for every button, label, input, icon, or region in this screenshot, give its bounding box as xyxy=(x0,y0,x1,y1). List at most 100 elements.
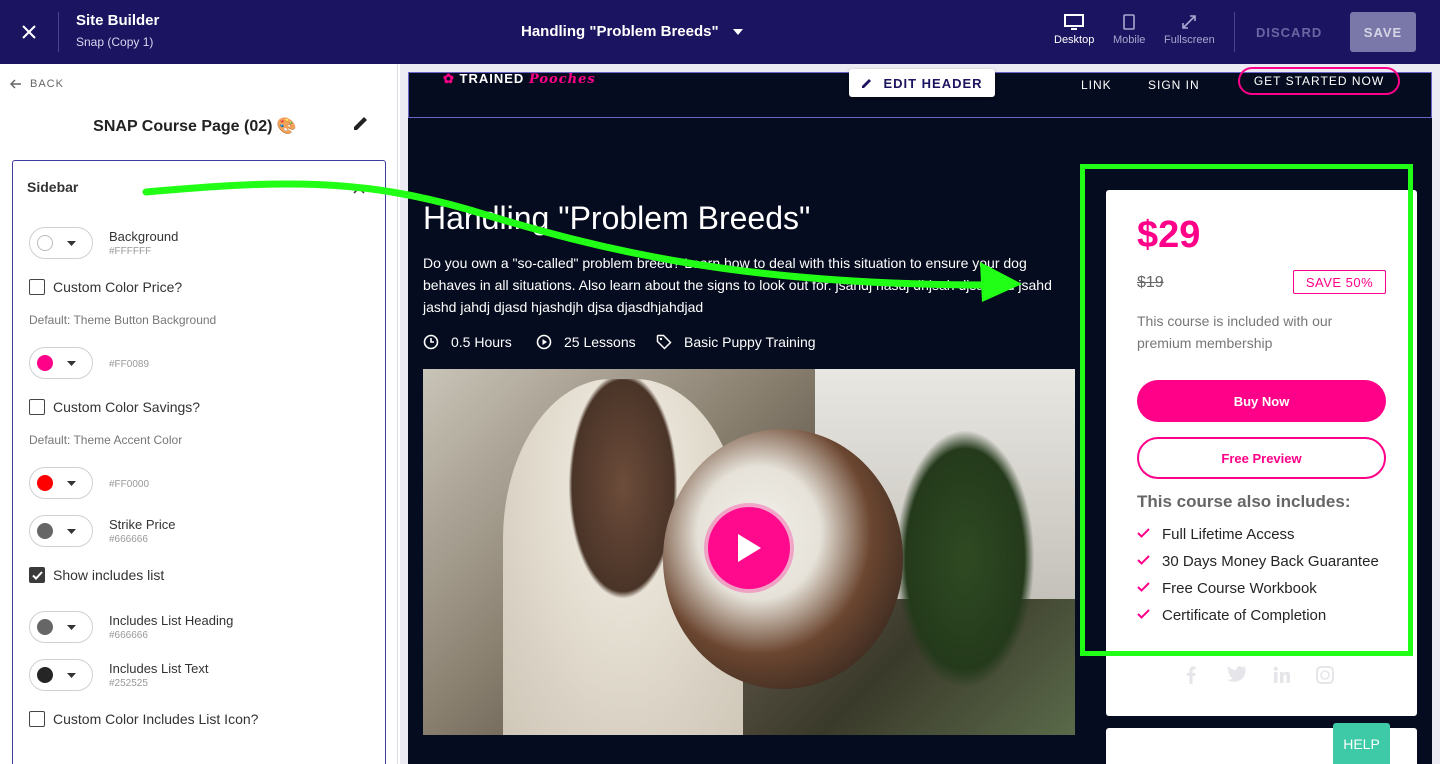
savings-color-row: #FF0000 xyxy=(29,467,149,499)
facebook-icon[interactable] xyxy=(1186,666,1196,689)
edit-header-button[interactable]: EDIT HEADER xyxy=(849,69,995,97)
logo-text: TRAINED xyxy=(459,71,525,86)
color-name: Background xyxy=(109,229,179,244)
price-color-picker[interactable] xyxy=(29,347,93,379)
view-mobile-button[interactable]: Mobile xyxy=(1113,14,1145,46)
includes-heading-color-picker[interactable] xyxy=(29,611,93,643)
save-button[interactable]: SAVE xyxy=(1350,12,1416,52)
pencil-icon xyxy=(354,117,367,130)
category-text: Basic Puppy Training xyxy=(684,334,816,350)
color-swatch xyxy=(37,475,53,491)
linkedin-icon[interactable] xyxy=(1273,666,1291,689)
pencil-icon xyxy=(862,79,872,88)
settings-panel: BACK SNAP Course Page (02) 🎨 Sidebar Bac… xyxy=(0,64,398,764)
color-name: Strike Price xyxy=(109,517,176,532)
view-fullscreen-button[interactable]: Fullscreen xyxy=(1164,14,1215,46)
checkmark-icon xyxy=(31,570,43,580)
color-swatch xyxy=(37,235,53,251)
color-name: Includes List Text xyxy=(109,661,209,676)
discard-button[interactable]: DISCARD xyxy=(1256,25,1322,40)
collapse-button[interactable] xyxy=(353,181,365,199)
lessons-text: 25 Lessons xyxy=(564,334,636,350)
include-text: Full Lifetime Access xyxy=(1162,526,1295,543)
course-video[interactable] xyxy=(423,369,1075,735)
color-swatch xyxy=(37,667,53,683)
site-name: Snap (Copy 1) xyxy=(76,35,154,49)
includes-heading: This course also includes: xyxy=(1137,492,1351,511)
checkmark-icon xyxy=(1137,582,1150,592)
course-description: Do you own a "so-called" problem breed? … xyxy=(423,255,1052,315)
clock-icon xyxy=(423,334,439,350)
includes-text-color-picker[interactable] xyxy=(29,659,93,691)
includes-heading-color-row: Includes List Heading #666666 xyxy=(29,611,233,643)
color-label: Includes List Text #252525 xyxy=(109,661,208,689)
logo-script: Pooches xyxy=(528,72,596,87)
close-button[interactable] xyxy=(14,18,44,46)
color-label: Strike Price #666666 xyxy=(109,517,175,545)
caret-down-icon xyxy=(67,240,76,246)
buy-now-button[interactable]: Buy Now xyxy=(1137,380,1386,422)
page-selector-label: Handling "Problem Breeds" xyxy=(521,23,719,40)
back-button[interactable]: BACK xyxy=(10,78,64,90)
savings-color-picker[interactable] xyxy=(29,467,93,499)
caret-down-icon xyxy=(67,480,76,486)
color-hex: #666666 xyxy=(109,630,148,641)
caret-down-icon xyxy=(732,28,743,35)
tag-icon xyxy=(656,334,672,350)
custom-color-price-checkbox[interactable]: Custom Color Price? xyxy=(29,279,182,295)
nav-sign-in[interactable]: SIGN IN xyxy=(1148,78,1200,92)
whatsapp-icon[interactable] xyxy=(1316,666,1334,689)
get-started-button[interactable]: GET STARTED NOW xyxy=(1238,67,1400,95)
checkbox-label: Show includes list xyxy=(53,567,165,583)
color-name: Includes List Heading xyxy=(109,613,234,628)
custom-color-savings-checkbox[interactable]: Custom Color Savings? xyxy=(29,399,200,415)
view-mobile-label: Mobile xyxy=(1113,34,1146,46)
checkbox[interactable] xyxy=(29,567,45,583)
color-hex: #FF0000 xyxy=(109,478,150,490)
checkbox[interactable] xyxy=(29,711,45,727)
site-preview: ✿ TRAINED Pooches EDIT HEADER LINK SIGN … xyxy=(408,67,1432,764)
list-item: Free Course Workbook xyxy=(1137,580,1387,598)
sidebar-settings-section: Sidebar Background #FFFFFF Custom Color … xyxy=(12,160,386,764)
custom-color-icon-checkbox[interactable]: Custom Color Includes List Icon? xyxy=(29,711,258,727)
price: $29 xyxy=(1137,214,1201,256)
free-preview-button[interactable]: Free Preview xyxy=(1137,437,1386,479)
site-header[interactable]: ✿ TRAINED Pooches EDIT HEADER LINK SIGN … xyxy=(408,67,1432,118)
play-icon xyxy=(738,534,761,562)
price-color-row: #FF0089 xyxy=(29,347,149,379)
background-color-row: Background #FFFFFF xyxy=(29,227,178,259)
help-button[interactable]: HELP xyxy=(1333,723,1390,764)
paw-icon: ✿ xyxy=(443,71,455,86)
course-title: Handling "Problem Breeds" xyxy=(423,200,811,236)
nav-link[interactable]: LINK xyxy=(1081,78,1112,92)
membership-note: This course is included with our premium… xyxy=(1137,313,1333,351)
color-label: #FF0089 xyxy=(109,357,149,370)
include-text: 30 Days Money Back Guarantee xyxy=(1162,553,1379,570)
arrow-left-icon xyxy=(10,79,21,89)
caret-down-icon xyxy=(67,360,76,366)
checkmark-icon xyxy=(1137,528,1150,538)
edit-header-label: EDIT HEADER xyxy=(883,75,983,91)
list-item: Full Lifetime Access xyxy=(1137,526,1387,544)
back-label: BACK xyxy=(30,78,64,90)
checkbox[interactable] xyxy=(29,279,45,295)
background-color-picker[interactable] xyxy=(29,227,93,259)
checkbox-label: Custom Color Savings? xyxy=(53,399,201,415)
show-includes-checkbox[interactable]: Show includes list xyxy=(29,567,164,583)
includes-text-color-row: Includes List Text #252525 xyxy=(29,659,208,691)
strike-price-color-picker[interactable] xyxy=(29,515,93,547)
checkbox[interactable] xyxy=(29,399,45,415)
include-text: Free Course Workbook xyxy=(1162,580,1317,597)
page-selector[interactable]: Handling "Problem Breeds" xyxy=(521,23,743,40)
divider xyxy=(1234,12,1235,52)
caret-down-icon xyxy=(67,624,76,630)
app-title: Site Builder xyxy=(76,12,160,29)
edit-page-button[interactable] xyxy=(352,114,370,137)
play-button[interactable] xyxy=(708,507,790,589)
twitter-icon[interactable] xyxy=(1227,666,1247,687)
color-label: #FF0000 xyxy=(109,477,149,490)
color-hex: #666666 xyxy=(109,534,148,545)
view-desktop-button[interactable]: Desktop xyxy=(1054,14,1094,46)
color-hex: #FF0089 xyxy=(109,358,150,370)
play-circle-icon xyxy=(536,334,552,350)
